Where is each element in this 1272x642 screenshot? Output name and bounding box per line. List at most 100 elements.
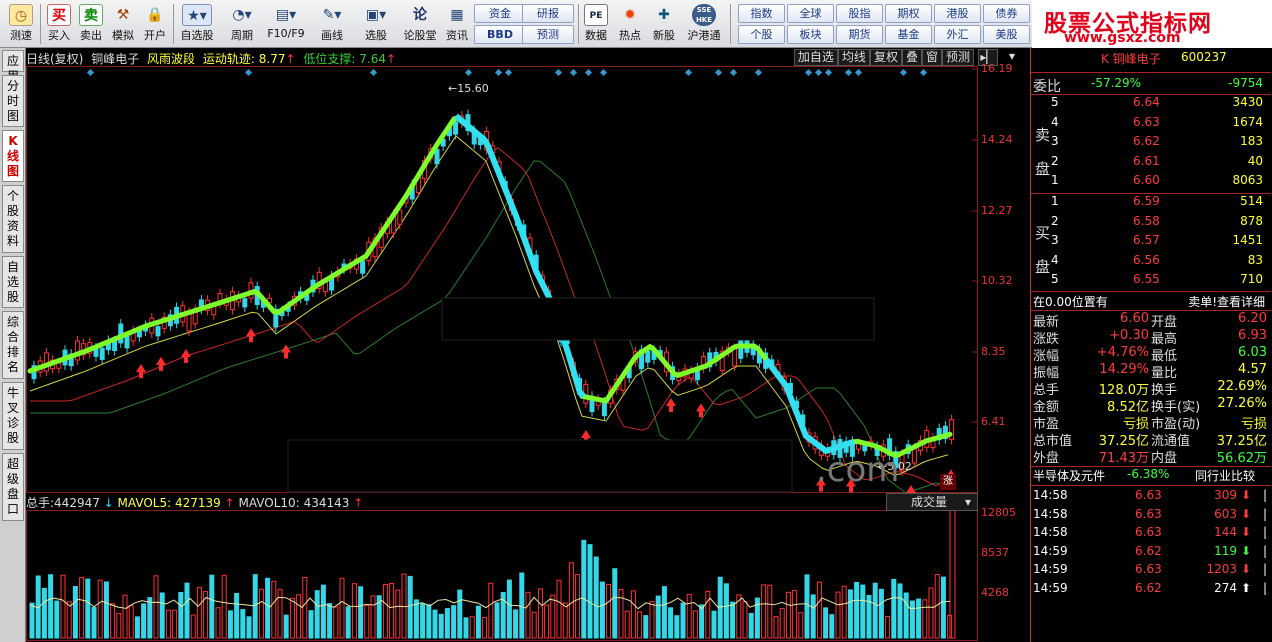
volume-bar	[544, 604, 550, 639]
stock-picker-button[interactable]: ▣▾ 选股	[356, 2, 396, 46]
stat-row: 最新 6.60 开盘 6.20	[1031, 311, 1271, 330]
tick-row: 14:59 6.63 1203 ⬇ |	[1031, 562, 1271, 580]
tick-flag: |	[1262, 506, 1267, 521]
brand-url: www.gsxz.com	[1064, 30, 1181, 46]
signal-diamond	[729, 68, 738, 77]
f10-button[interactable]: ▤▾ F10/F9	[264, 2, 308, 46]
volume-bar	[147, 597, 153, 639]
indicator-select[interactable]: 成交量 ▾	[886, 493, 978, 511]
volume-bar	[289, 597, 295, 639]
weibi-value: -9754	[1228, 76, 1263, 90]
tab-5[interactable]: 综合排名	[2, 311, 24, 379]
volume-bar	[246, 616, 252, 639]
hammer-icon: ⚒	[116, 7, 130, 23]
sell-icon: 卖	[79, 4, 103, 26]
volume-bar	[72, 586, 78, 639]
signal-diamond	[244, 68, 253, 77]
tab-4[interactable]: 自选股	[2, 256, 24, 308]
tab-1[interactable]: 分时图	[2, 75, 24, 127]
kline-chart-panel[interactable]: 日线(复权) 铜峰电子 风雨波段 运动轨迹: 8.77↑ 低位支撑: 7.64↑…	[26, 48, 1030, 642]
ipo-button[interactable]: ✚ 新股	[648, 2, 680, 46]
market-button[interactable]: 基金	[885, 25, 932, 44]
market-button[interactable]: 板块	[787, 25, 834, 44]
period-button[interactable]: ◔▾ 周期	[222, 2, 262, 46]
volume-bar	[624, 610, 630, 639]
toolbar-label: 新股	[653, 29, 675, 42]
detail-link[interactable]: 卖单!查看详细	[1188, 293, 1265, 310]
market-button[interactable]: 债券	[983, 4, 1030, 23]
open-account-button[interactable]: 🔒 开户	[140, 2, 170, 46]
funds-button[interactable]: 资金	[474, 4, 526, 23]
buy-arrow	[666, 398, 676, 412]
volume-bar	[153, 575, 159, 639]
volume-bar	[674, 615, 680, 639]
speed-test-button[interactable]: ◷ 测速	[4, 2, 38, 46]
tab-2[interactable]: K线图	[2, 130, 24, 182]
volume-tick: 8537	[981, 546, 1009, 559]
volume: 878	[1240, 213, 1263, 228]
market-button[interactable]: 期货	[836, 25, 883, 44]
signal-diamond	[464, 68, 473, 77]
data-button[interactable]: PE 数据	[580, 2, 612, 46]
market-button[interactable]: 指数	[738, 4, 785, 23]
market-button[interactable]: 外汇	[934, 25, 981, 44]
tab-6[interactable]: 牛叉诊股	[2, 382, 24, 450]
watchlist-button[interactable]: ★▾ 自选股	[176, 2, 218, 46]
tab-7[interactable]: 超级盘口	[2, 453, 24, 521]
market-button[interactable]: 港股	[934, 4, 981, 23]
market-button[interactable]: 股指	[836, 4, 883, 23]
sell-row: 4 6.63 1674	[1031, 115, 1271, 133]
volume-bar	[333, 606, 339, 639]
volume-bar	[184, 582, 190, 639]
market-button[interactable]: 全球	[787, 4, 834, 23]
bbd-button[interactable]: BBD	[474, 25, 526, 44]
clock-icon: ◷	[9, 4, 33, 26]
tick-flag: |	[1262, 525, 1267, 539]
market-button[interactable]: 期权	[885, 4, 932, 23]
forum-button[interactable]: 论论股堂	[400, 2, 440, 46]
level: 2	[1051, 213, 1059, 228]
volume-bar	[265, 577, 271, 639]
draw-line-button[interactable]: ✎▾ 画线	[312, 2, 352, 46]
volume-bar	[364, 604, 370, 639]
tick-row: 14:58 6.63 309 ⬇ |	[1031, 488, 1271, 506]
market-button[interactable]: 个股	[738, 25, 785, 44]
stat-row: 涨幅 +4.76% 最低 6.03	[1031, 345, 1271, 364]
pencil-icon: ✎▾	[322, 7, 342, 23]
tab-label: K线图	[6, 134, 19, 178]
hk-connect-button[interactable]: SSE HKE 沪港通	[682, 2, 726, 46]
research-button[interactable]: 研报	[522, 4, 574, 23]
forecast-button[interactable]: 预测	[522, 25, 574, 44]
market-button[interactable]: 美股	[983, 25, 1030, 44]
quote-code: 600237	[1181, 50, 1227, 64]
lock-icon: 🔒	[146, 7, 164, 23]
volume-tick: 4268	[981, 586, 1009, 599]
tab-3[interactable]: 个股资料	[2, 185, 24, 253]
sector-row[interactable]: 半导体及元件 -6.38% 同行业比较	[1031, 467, 1271, 485]
overlay-box	[287, 439, 793, 493]
down-arrow-icon: ⬇	[1240, 525, 1251, 539]
volume: 710	[1240, 272, 1263, 286]
sell-label-char: 盘	[1035, 160, 1051, 178]
stat-value: 6.93	[1238, 328, 1267, 343]
simulate-button[interactable]: ⚒ 模拟	[108, 2, 138, 46]
tick-time: 14:58	[1033, 506, 1068, 521]
buy-arrow	[281, 344, 291, 359]
candle-body	[112, 340, 118, 352]
volume-bar	[537, 588, 543, 639]
volume-bar	[469, 616, 475, 639]
volume-bar	[903, 592, 909, 639]
price-tick: 10.32	[981, 274, 1013, 287]
tab-label: 综合排名	[6, 315, 19, 374]
hotspot-button[interactable]: ✹ 热点	[614, 2, 646, 46]
buy-button[interactable]: 买买入	[44, 2, 74, 46]
volume-bar	[190, 614, 196, 639]
volume-bar	[804, 574, 810, 639]
volume-bar	[116, 612, 122, 639]
volume-bar	[494, 602, 500, 639]
sell-button[interactable]: 卖卖出	[76, 2, 106, 46]
down-arrow-icon: ⬇	[1240, 488, 1251, 502]
tab-0[interactable]: 应用	[2, 50, 24, 83]
news-button[interactable]: ▦ 资讯	[442, 2, 472, 46]
volume-bar	[835, 591, 841, 639]
